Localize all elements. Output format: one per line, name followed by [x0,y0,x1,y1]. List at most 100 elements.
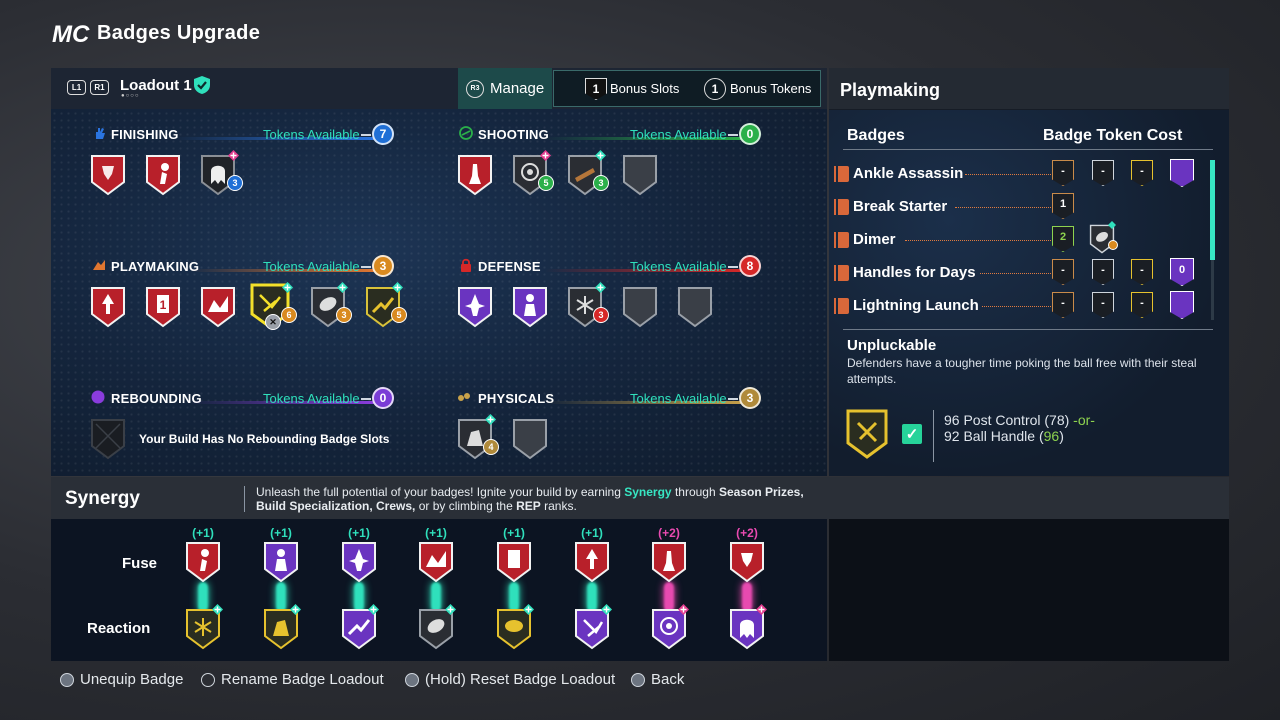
badge-description-text: Defenders have a tougher time poking the… [847,356,1197,386]
arrow-icon [361,266,371,268]
category-defense[interactable]: DEFENSE [478,259,541,274]
category-finishing[interactable]: FINISHING [111,127,179,142]
category-rebounding[interactable]: REBOUNDING [111,391,202,406]
badge-defense-2[interactable] [512,286,548,328]
row-leader [982,306,1051,307]
reaction-label: Reaction [87,620,151,637]
fuse-badge[interactable] [185,541,221,583]
row-leader [980,273,1051,274]
row-leader [905,240,1051,241]
reset-loadout-hint[interactable]: (Hold) Reset Badge Loadout [425,671,615,688]
no-rebounding-slots-text: Your Build Has No Rebounding Badge Slots [139,432,390,446]
upgrade-plus-icon [601,604,612,615]
fuse-badge[interactable] [341,541,377,583]
badge-playmaking-1[interactable] [90,286,126,328]
svg-text:MC: MC [52,21,90,46]
physicals-tokens-count: 3 [739,387,761,409]
category-physicals[interactable]: PHYSICALS [478,391,554,406]
badge-row-break-starter[interactable]: Break Starter [853,198,947,215]
upgrade-plus-icon [212,604,223,615]
badge-finishing-1[interactable] [90,154,126,196]
playmaking-icon [93,260,105,270]
manage-button[interactable]: R3 Manage [458,68,552,109]
synergy-title: Synergy [65,488,140,509]
r3-button-icon [201,673,215,687]
tokens-available-label: Tokens Available [630,391,727,406]
category-playmaking[interactable]: PLAYMAKING [111,259,199,274]
shooting-tokens-count: 0 [739,123,761,145]
badge-level: 4 [483,439,499,455]
synergy-bonus: (+2) [736,526,758,540]
fuse-label: Fuse [122,555,158,572]
badge-level: 6 [281,307,297,323]
badge-level: 3 [227,175,243,191]
badge-slot-empty[interactable] [512,418,548,460]
r1-button-icon[interactable]: R1 [90,80,109,95]
upgrade-plus-icon [392,282,403,293]
loadout-page-dots: ●○○○ [121,93,140,99]
row-leader [965,174,1051,175]
requirement-ball-handle: 92 Ball Handle (96) [944,428,1064,444]
upgrade-plus-icon [485,414,496,425]
hand-icon [96,128,105,139]
badge-slot-empty[interactable] [677,286,713,328]
tokens-available-label: Tokens Available [263,127,360,142]
upgrade-plus-icon [282,282,293,293]
fuse-badge[interactable] [729,541,765,583]
upgrade-plus-icon [595,150,606,161]
badge-row-lightning-launch[interactable]: Lightning Launch [853,297,979,314]
badge-row-handles-for-days[interactable]: Handles for Days [853,264,976,281]
badge-finishing-2[interactable] [145,154,181,196]
badge-row-dimer[interactable]: Dimer [853,231,896,248]
fuse-badge[interactable] [263,541,299,583]
synergy-bonus: (+2) [658,526,680,540]
fuse-badge[interactable] [574,541,610,583]
shooting-icon [459,126,473,140]
badge-playmaking-3[interactable] [200,286,236,328]
column-cost-header: Badge Token Cost [1043,127,1183,144]
arrow-icon [361,134,371,136]
badge-defense-1[interactable] [457,286,493,328]
badge-level-dot [1108,240,1118,250]
tokens-available-label: Tokens Available [263,391,360,406]
loadout-name[interactable]: Loadout 1 [120,77,192,94]
upgrade-plus-icon [540,150,551,161]
svg-text:1: 1 [160,298,167,312]
badge-shooting-1[interactable] [457,154,493,196]
upgrade-plus-icon [445,604,456,615]
unequip-badge-hint[interactable]: Unequip Badge [80,671,183,688]
upgrade-plus-icon [337,282,348,293]
badge-slot-empty[interactable] [622,286,658,328]
badge-description-title: Unpluckable [847,337,937,354]
arrow-icon [728,398,738,400]
r3-button-icon: R3 [466,79,484,98]
page-title: Badges Upgrade [97,22,261,44]
synergy-description: Unleash the full potential of your badge… [256,485,804,513]
tokens-available-label: Tokens Available [630,259,727,274]
shield-check-icon [194,76,210,94]
fuse-badge[interactable] [418,541,454,583]
badge-slot-empty[interactable] [622,154,658,196]
upgrade-plus-icon [368,604,379,615]
l1-button-icon[interactable]: L1 [67,80,86,95]
unpluckable-badge-icon [846,409,888,459]
badge-row-ankle-assassin[interactable]: Ankle Assassin [853,165,963,182]
tokens-available-label: Tokens Available [630,127,727,142]
divider [244,486,245,512]
scrollbar-thumb[interactable] [1210,160,1215,260]
synergy-bonus: (+1) [503,526,525,540]
row-leader [955,207,1051,208]
badge-level: 5 [538,175,554,191]
category-shooting[interactable]: SHOOTING [478,127,549,142]
back-hint[interactable]: Back [651,671,684,688]
fuse-badge[interactable] [651,541,687,583]
badge-slot-disabled [90,418,126,460]
square-button-icon [60,673,74,687]
rename-loadout-hint[interactable]: Rename Badge Loadout [221,671,384,688]
rebounding-icon [91,390,105,404]
close-icon: ✕ [265,314,281,330]
fuse-badge[interactable] [496,541,532,583]
bonus-tokens-label: Bonus Tokens [730,81,812,96]
badge-playmaking-2[interactable]: 1 [145,286,181,328]
finishing-tokens-count: 7 [372,123,394,145]
